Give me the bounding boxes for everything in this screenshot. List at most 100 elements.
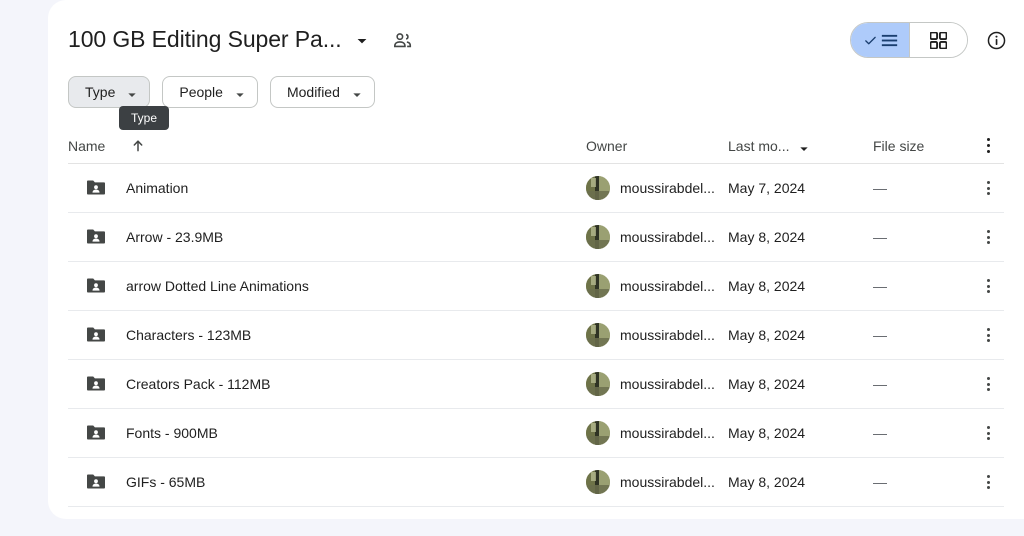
row-modified-label: May 8, 2024: [728, 474, 806, 490]
row-name-cell: Arrow - 23.9MB: [68, 227, 586, 247]
table-row[interactable]: GIFs - 65MB moussirabdel... May 8, 2024 …: [68, 458, 1004, 507]
row-owner-cell: moussirabdel...: [586, 372, 728, 396]
kebab-menu-icon[interactable]: [977, 470, 1001, 494]
column-header-filesize-label: File size: [873, 137, 925, 154]
row-menu-cell[interactable]: [973, 225, 1004, 249]
filter-chip-modified[interactable]: Modified: [269, 76, 375, 108]
table-body: Animation moussirabdel... May 7, 2024 —: [68, 164, 1004, 507]
filter-chip-type[interactable]: Type: [68, 76, 151, 108]
column-header-menu[interactable]: [973, 134, 1004, 158]
chevron-down-icon: [799, 141, 809, 151]
row-owner-cell: moussirabdel...: [586, 225, 728, 249]
chevron-down-icon: [127, 87, 137, 97]
row-menu-cell[interactable]: [973, 372, 1004, 396]
column-header-owner[interactable]: Owner: [586, 138, 728, 154]
row-modified-label: May 8, 2024: [728, 327, 806, 343]
row-name-cell: Fonts - 900MB: [68, 423, 586, 443]
table-row[interactable]: Creators Pack - 112MB moussirabdel... Ma…: [68, 360, 1004, 409]
row-name-label: Characters - 123MB: [126, 327, 252, 343]
info-circle-icon[interactable]: [984, 28, 1008, 52]
row-name-label: Arrow - 23.9MB: [126, 229, 224, 245]
row-owner-label: moussirabdel...: [620, 425, 715, 441]
table-row[interactable]: Characters - 123MB moussirabdel... May 8…: [68, 311, 1004, 360]
sort-arrow-up-icon: [131, 139, 145, 153]
row-filesize-cell: —: [873, 180, 973, 196]
column-header-modified[interactable]: Last mo...: [728, 138, 873, 154]
row-owner-label: moussirabdel...: [620, 180, 715, 196]
row-name-cell: GIFs - 65MB: [68, 472, 586, 492]
kebab-menu-icon[interactable]: [977, 134, 1001, 158]
shared-folder-icon: [86, 423, 106, 443]
row-owner-label: moussirabdel...: [620, 376, 715, 392]
filter-chip-people[interactable]: People: [162, 76, 258, 108]
row-name-cell: Characters - 123MB: [68, 325, 586, 345]
folder-title-row: 100 GB Editing Super Pa...: [68, 18, 414, 60]
content-panel: 100 GB Editing Super Pa... Type People M…: [48, 0, 1024, 519]
filter-chip-bar: Type People Modified: [68, 76, 375, 108]
row-filesize-cell: —: [873, 327, 973, 343]
avatar: [586, 225, 610, 249]
column-header-filesize[interactable]: File size: [873, 138, 973, 154]
filter-chip-type-label: Type: [85, 84, 116, 100]
filter-chip-modified-label: Modified: [286, 84, 340, 100]
row-modified-cell: May 8, 2024: [728, 425, 873, 441]
row-filesize-label: —: [873, 327, 887, 343]
shared-folder-icon: [86, 227, 106, 247]
row-menu-cell[interactable]: [973, 274, 1004, 298]
row-filesize-label: —: [873, 278, 887, 294]
shared-folder-icon: [86, 325, 106, 345]
row-modified-cell: May 8, 2024: [728, 376, 873, 392]
table-row[interactable]: arrow Dotted Line Animations moussirabde…: [68, 262, 1004, 311]
row-filesize-label: —: [873, 229, 887, 245]
column-header-modified-control[interactable]: Last mo...: [728, 138, 809, 154]
check-icon: [864, 36, 876, 44]
row-modified-cell: May 8, 2024: [728, 278, 873, 294]
row-filesize-cell: —: [873, 474, 973, 490]
table-row[interactable]: Fonts - 900MB moussirabdel... May 8, 202…: [68, 409, 1004, 458]
shared-folder-icon: [86, 374, 106, 394]
row-modified-cell: May 8, 2024: [728, 474, 873, 490]
row-owner-label: moussirabdel...: [620, 474, 715, 490]
view-controls: [850, 22, 1008, 58]
row-name-label: Fonts - 900MB: [126, 425, 218, 441]
table-row[interactable]: Animation moussirabdel... May 7, 2024 —: [68, 164, 1004, 213]
shared-folder-icon: [86, 276, 106, 296]
people-shared-icon[interactable]: [392, 29, 414, 51]
tooltip-type: Type: [119, 106, 170, 130]
column-header-name[interactable]: Name: [68, 138, 586, 154]
kebab-menu-icon[interactable]: [977, 225, 1001, 249]
row-menu-cell[interactable]: [973, 176, 1004, 200]
column-header-modified-label: Last mo...: [728, 137, 790, 154]
kebab-menu-icon[interactable]: [977, 372, 1001, 396]
shared-folder-icon: [86, 178, 106, 198]
row-filesize-cell: —: [873, 425, 973, 441]
list-view-button[interactable]: [851, 23, 909, 57]
chevron-down-icon: [235, 87, 245, 97]
kebab-menu-icon[interactable]: [977, 421, 1001, 445]
row-modified-label: May 8, 2024: [728, 425, 806, 441]
row-filesize-cell: —: [873, 376, 973, 392]
avatar: [586, 470, 610, 494]
row-menu-cell[interactable]: [973, 421, 1004, 445]
kebab-menu-icon[interactable]: [977, 176, 1001, 200]
row-owner-cell: moussirabdel...: [586, 470, 728, 494]
row-menu-cell[interactable]: [973, 323, 1004, 347]
row-owner-cell: moussirabdel...: [586, 421, 728, 445]
row-name-label: arrow Dotted Line Animations: [126, 278, 309, 294]
column-header-owner-label: Owner: [586, 137, 628, 154]
table-row[interactable]: Arrow - 23.9MB moussirabdel... May 8, 20…: [68, 213, 1004, 262]
grid-view-button[interactable]: [909, 23, 967, 57]
row-owner-cell: moussirabdel...: [586, 274, 728, 298]
row-menu-cell[interactable]: [973, 470, 1004, 494]
row-name-label: GIFs - 65MB: [126, 474, 206, 490]
row-filesize-cell: —: [873, 229, 973, 245]
chevron-down-icon[interactable]: [356, 35, 368, 47]
drive-folder-screen: 100 GB Editing Super Pa... Type People M…: [0, 0, 1024, 536]
row-modified-label: May 7, 2024: [728, 180, 806, 196]
kebab-menu-icon[interactable]: [977, 323, 1001, 347]
row-owner-cell: moussirabdel...: [586, 176, 728, 200]
kebab-menu-icon[interactable]: [977, 274, 1001, 298]
page-title: 100 GB Editing Super Pa...: [68, 26, 342, 52]
row-modified-cell: May 8, 2024: [728, 327, 873, 343]
row-name-cell: arrow Dotted Line Animations: [68, 276, 586, 296]
